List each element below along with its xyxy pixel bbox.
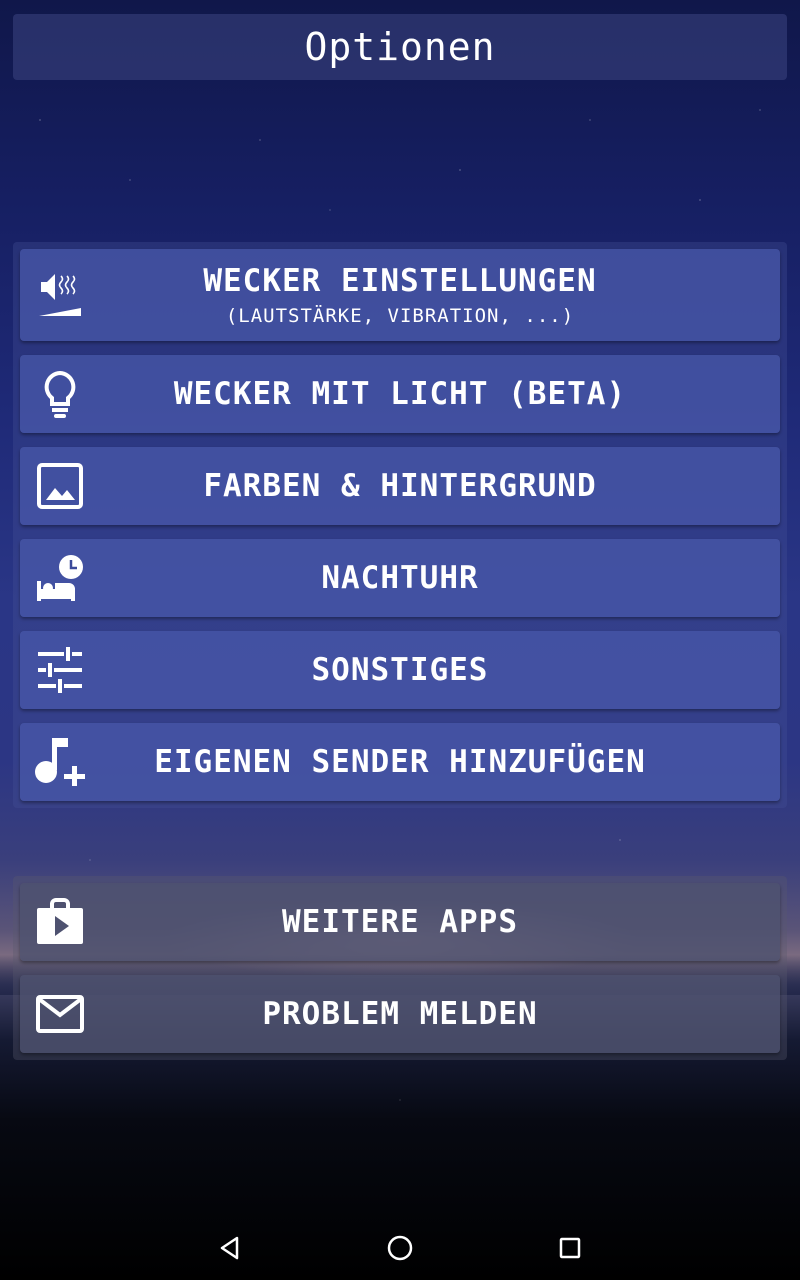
menu-item-label: SONSTIGES xyxy=(311,652,489,688)
menu-item-label: NACHTUHR xyxy=(321,560,479,596)
volume-vibration-icon xyxy=(34,269,86,321)
sliders-icon xyxy=(34,644,86,696)
play-store-icon xyxy=(34,896,86,948)
lightbulb-icon xyxy=(34,368,86,420)
menu-item-report-problem[interactable]: PROBLEM MELDEN xyxy=(20,975,780,1053)
menu-item-label: WEITERE APPS xyxy=(282,904,518,940)
menu-item-sublabel: (LAUTSTÄRKE, VIBRATION, ...) xyxy=(225,305,575,327)
menu-item-add-station[interactable]: EIGENEN SENDER HINZUFÜGEN xyxy=(20,723,780,801)
menu-item-more-apps[interactable]: WEITERE APPS xyxy=(20,883,780,961)
menu-item-night-clock[interactable]: NACHTUHR xyxy=(20,539,780,617)
home-icon[interactable] xyxy=(386,1234,414,1262)
menu-item-label: EIGENEN SENDER HINZUFÜGEN xyxy=(154,744,646,780)
extra-group: WEITERE APPS PROBLEM MELDEN xyxy=(13,876,787,1060)
bed-clock-icon xyxy=(34,552,86,604)
recents-icon[interactable] xyxy=(556,1234,584,1262)
options-group: WECKER EINSTELLUNGEN (LAUTSTÄRKE, VIBRAT… xyxy=(13,242,787,808)
menu-item-light-alarm[interactable]: WECKER MIT LICHT (BETA) xyxy=(20,355,780,433)
menu-item-label: WECKER MIT LICHT (BETA) xyxy=(173,376,627,412)
page-title: Optionen xyxy=(304,25,496,69)
menu-item-label: PROBLEM MELDEN xyxy=(262,996,538,1032)
back-icon[interactable] xyxy=(216,1234,244,1262)
menu-item-label: FARBEN & HINTERGRUND xyxy=(203,468,597,504)
music-add-icon xyxy=(34,736,86,788)
menu-item-alarm-settings[interactable]: WECKER EINSTELLUNGEN (LAUTSTÄRKE, VIBRAT… xyxy=(20,249,780,341)
mail-icon xyxy=(34,988,86,1040)
title-bar: Optionen xyxy=(13,14,787,80)
menu-item-misc[interactable]: SONSTIGES xyxy=(20,631,780,709)
menu-item-colors-background[interactable]: FARBEN & HINTERGRUND xyxy=(20,447,780,525)
system-navbar xyxy=(0,1216,800,1280)
image-icon xyxy=(34,460,86,512)
menu-item-label: WECKER EINSTELLUNGEN xyxy=(203,263,597,299)
